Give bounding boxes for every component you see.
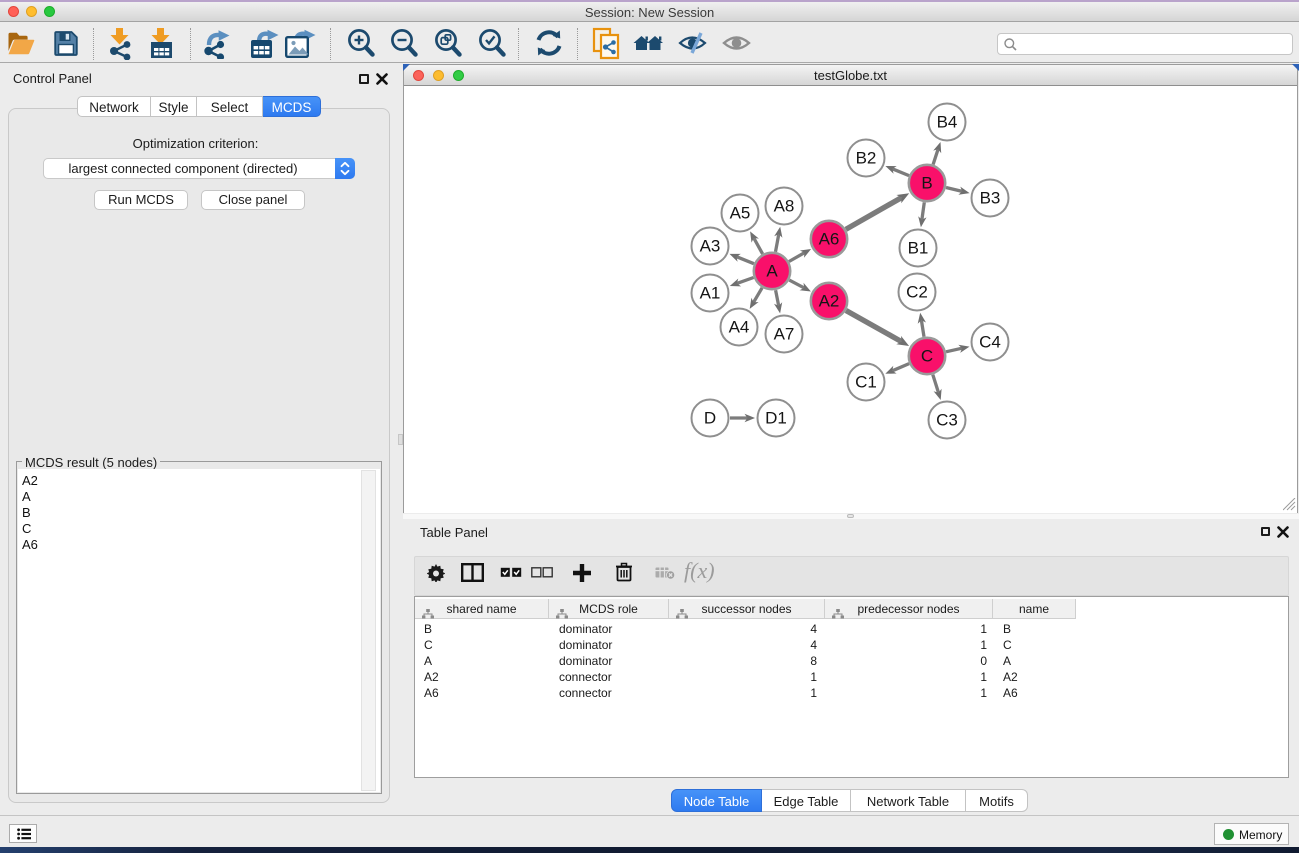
svg-text:A4: A4 [729, 318, 750, 337]
svg-text:C: C [921, 347, 933, 366]
svg-text:B: B [921, 174, 932, 193]
svg-text:A1: A1 [700, 284, 721, 303]
svg-text:A6: A6 [819, 230, 840, 249]
svg-text:C3: C3 [936, 411, 958, 430]
svg-text:D: D [704, 409, 716, 428]
svg-text:A: A [766, 262, 778, 281]
svg-text:C4: C4 [979, 333, 1001, 352]
svg-text:C1: C1 [855, 373, 877, 392]
svg-text:A7: A7 [774, 325, 795, 344]
svg-text:B1: B1 [908, 239, 929, 258]
svg-text:B4: B4 [937, 113, 958, 132]
svg-text:C2: C2 [906, 283, 928, 302]
svg-text:A2: A2 [819, 292, 840, 311]
svg-text:A8: A8 [774, 197, 795, 216]
svg-text:B2: B2 [856, 149, 877, 168]
svg-text:A3: A3 [700, 237, 721, 256]
svg-text:D1: D1 [765, 409, 787, 428]
svg-text:A5: A5 [730, 204, 751, 223]
svg-text:B3: B3 [980, 189, 1001, 208]
